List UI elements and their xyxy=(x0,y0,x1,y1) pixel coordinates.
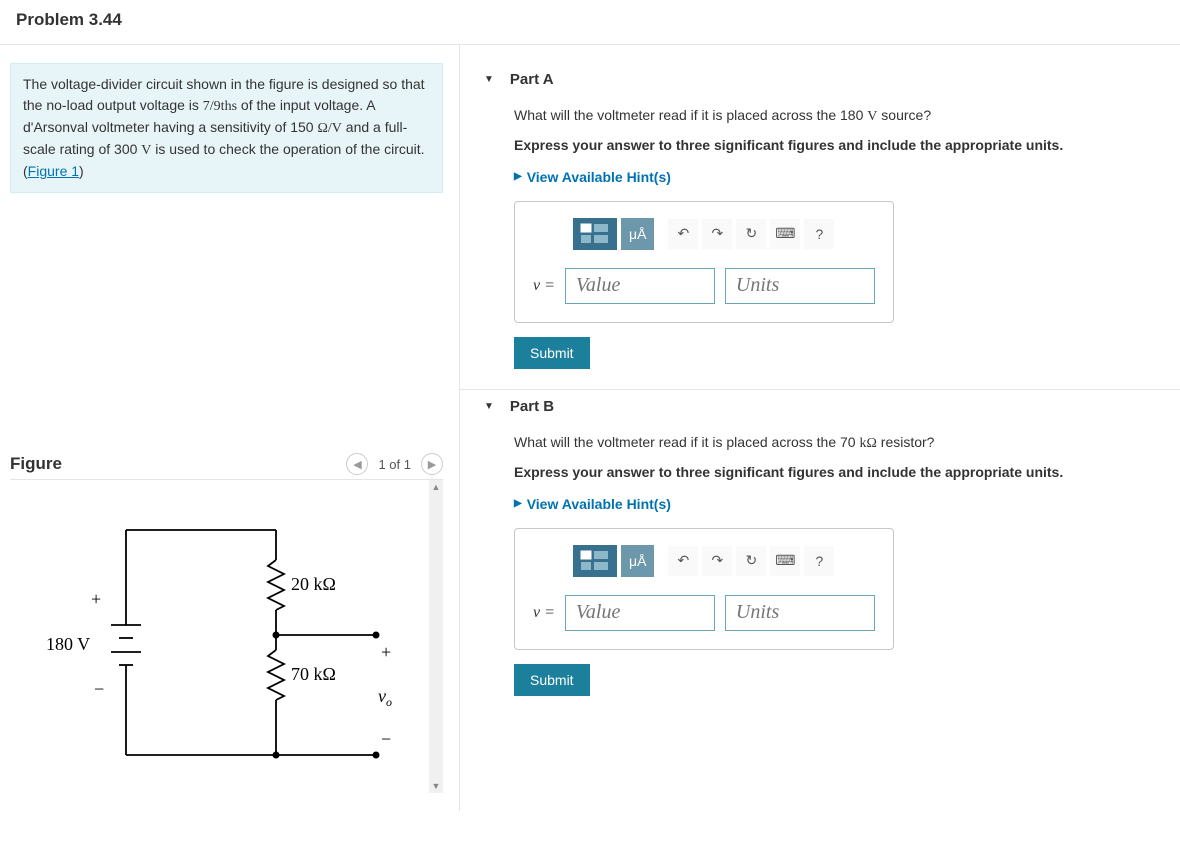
pager-prev-button[interactable]: ◀ xyxy=(346,453,368,475)
part-b-header[interactable]: ▼ Part B xyxy=(484,390,1156,431)
part-a: ▼ Part A What will the voltmeter read if… xyxy=(460,63,1180,390)
problem-statement: The voltage-divider circuit shown in the… xyxy=(10,63,443,193)
redo-button[interactable]: ↷ xyxy=(702,219,732,249)
part-a-instruction: Express your answer to three significant… xyxy=(514,134,1156,156)
pager-text: 1 of 1 xyxy=(378,457,411,472)
page-header: Problem 3.44 xyxy=(0,0,1180,45)
figure-scrollbar[interactable]: ▲ ▼ xyxy=(429,480,443,793)
part-b-value-input[interactable] xyxy=(565,595,715,631)
keyboard-button[interactable]: ⌨ xyxy=(770,219,800,249)
undo-button[interactable]: ↶ xyxy=(668,219,698,249)
part-b: ▼ Part B What will the voltmeter read if… xyxy=(460,390,1180,716)
part-a-question: What will the voltmeter read if it is pl… xyxy=(514,104,1156,128)
scroll-up-icon[interactable]: ▲ xyxy=(429,480,443,494)
part-a-hints-toggle[interactable]: ▶ View Available Hint(s) xyxy=(514,169,1156,185)
scroll-down-icon[interactable]: ▼ xyxy=(429,779,443,793)
part-a-answer-box: μÅ ↶ ↷ ↻ ⌨ ? v = xyxy=(514,201,894,323)
part-a-submit-button[interactable]: Submit xyxy=(514,337,590,369)
problem-title: Problem 3.44 xyxy=(16,10,1164,30)
triangle-right-icon: ▶ xyxy=(514,498,522,509)
source-label: 180 V xyxy=(46,634,90,654)
help-button[interactable]: ? xyxy=(804,219,834,249)
caret-down-icon: ▼ xyxy=(484,401,494,412)
reset-button[interactable]: ↻ xyxy=(736,219,766,249)
figure-viewport: + 180 V − 20 kΩ 70 kΩ + vo − ▲ ▼ xyxy=(10,479,443,793)
templates-button[interactable] xyxy=(573,218,617,250)
part-b-hints-label: View Available Hint(s) xyxy=(527,496,671,512)
part-a-value-input[interactable] xyxy=(565,268,715,304)
plus-label: + xyxy=(91,589,101,609)
part-b-answer-box: μÅ ↶ ↷ ↻ ⌨ ? v = xyxy=(514,528,894,650)
vo-plus: + xyxy=(381,642,391,662)
vo-label: vo xyxy=(378,686,392,709)
part-b-title: Part B xyxy=(510,398,554,415)
part-b-lhs: v = xyxy=(533,604,555,622)
part-b-units-input[interactable] xyxy=(725,595,875,631)
vo-minus: − xyxy=(381,729,391,749)
templates-button[interactable] xyxy=(573,545,617,577)
r1-label: 20 kΩ xyxy=(291,574,336,594)
circuit-diagram: + 180 V − 20 kΩ 70 kΩ + vo − xyxy=(16,490,416,790)
part-b-instruction: Express your answer to three significant… xyxy=(514,461,1156,483)
part-b-submit-button[interactable]: Submit xyxy=(514,664,590,696)
pager-next-button[interactable]: ▶ xyxy=(421,453,443,475)
units-picker-button[interactable]: μÅ xyxy=(621,545,654,577)
figure-link[interactable]: Figure 1 xyxy=(28,163,79,179)
caret-down-icon: ▼ xyxy=(484,74,494,85)
r2-label: 70 kΩ xyxy=(291,664,336,684)
reset-button[interactable]: ↻ xyxy=(736,546,766,576)
part-a-title: Part A xyxy=(510,71,554,88)
part-a-hints-label: View Available Hint(s) xyxy=(527,169,671,185)
part-b-question: What will the voltmeter read if it is pl… xyxy=(514,431,1156,455)
minus-label: − xyxy=(94,679,104,699)
part-a-units-input[interactable] xyxy=(725,268,875,304)
units-picker-button[interactable]: μÅ xyxy=(621,218,654,250)
undo-button[interactable]: ↶ xyxy=(668,546,698,576)
figure-title: Figure xyxy=(10,454,62,474)
part-a-lhs: v = xyxy=(533,277,555,295)
figure-pager: ◀ 1 of 1 ▶ xyxy=(346,453,443,475)
help-button[interactable]: ? xyxy=(804,546,834,576)
part-a-header[interactable]: ▼ Part A xyxy=(484,63,1156,104)
part-b-hints-toggle[interactable]: ▶ View Available Hint(s) xyxy=(514,496,1156,512)
triangle-right-icon: ▶ xyxy=(514,171,522,182)
keyboard-button[interactable]: ⌨ xyxy=(770,546,800,576)
redo-button[interactable]: ↷ xyxy=(702,546,732,576)
